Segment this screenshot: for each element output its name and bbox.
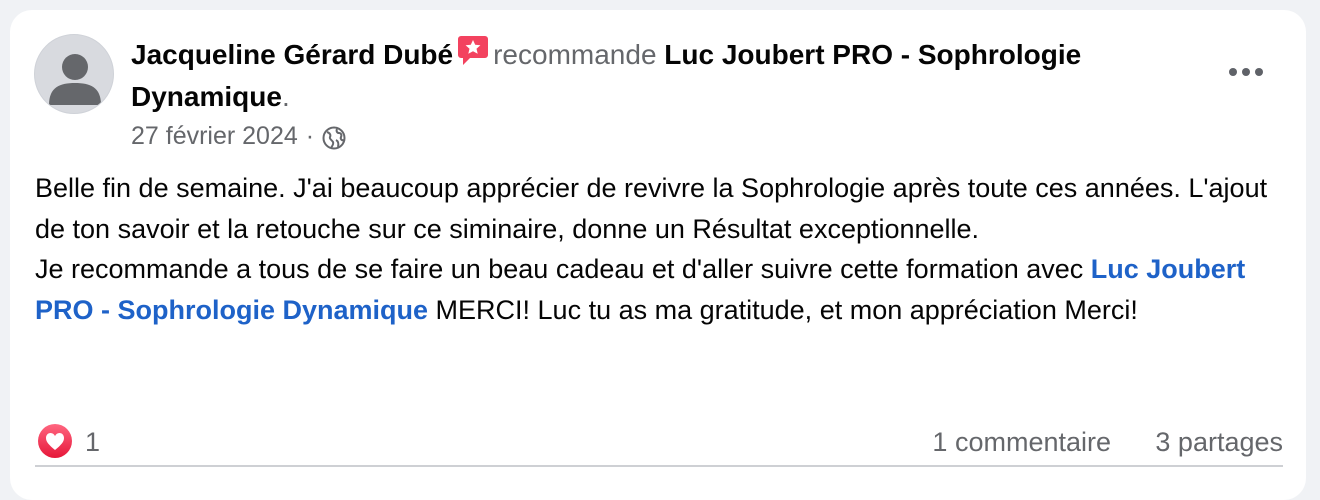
post-footer: 1 1 commentaire 3 partages — [35, 422, 1283, 462]
more-options-icon-dot — [1255, 68, 1263, 76]
post-date[interactable]: 27 février 2024 — [131, 118, 298, 154]
post-meta: 27 février 2024 · — [131, 118, 346, 154]
globe-icon[interactable] — [322, 124, 346, 150]
share-count[interactable]: 3 partages — [1155, 422, 1283, 462]
post-body: Belle fin de semaine. J'ai beaucoup appr… — [35, 168, 1275, 330]
more-options-button[interactable] — [1220, 52, 1272, 92]
avatar[interactable] — [34, 34, 114, 114]
default-profile-icon — [49, 54, 101, 105]
paragraph-text: Je recommande a tous de se faire un beau… — [35, 254, 1091, 284]
author-name[interactable]: Jacqueline Gérard Dubé — [131, 39, 453, 70]
post-paragraph: Je recommande a tous de se faire un beau… — [35, 249, 1275, 330]
comment-count[interactable]: 1 commentaire — [932, 422, 1111, 462]
action-verb: recommande — [493, 39, 657, 70]
footer-divider — [35, 465, 1283, 467]
post-header: Jacqueline Gérard Dubé recommande Luc Jou… — [131, 34, 1211, 118]
recommendation-star-icon — [457, 34, 489, 68]
more-options-icon-dot — [1242, 68, 1250, 76]
love-reaction-icon[interactable] — [37, 423, 73, 459]
post-paragraph: Belle fin de semaine. J'ai beaucoup appr… — [35, 173, 1268, 244]
meta-separator: · — [305, 122, 315, 150]
paragraph-text: MERCI! Luc tu as ma gratitude, et mon ap… — [428, 294, 1138, 325]
header-period: . — [281, 81, 290, 112]
recommendation-post: Jacqueline Gérard Dubé recommande Luc Jou… — [10, 10, 1306, 500]
more-options-icon — [1229, 68, 1237, 76]
reaction-count[interactable]: 1 — [85, 422, 100, 462]
